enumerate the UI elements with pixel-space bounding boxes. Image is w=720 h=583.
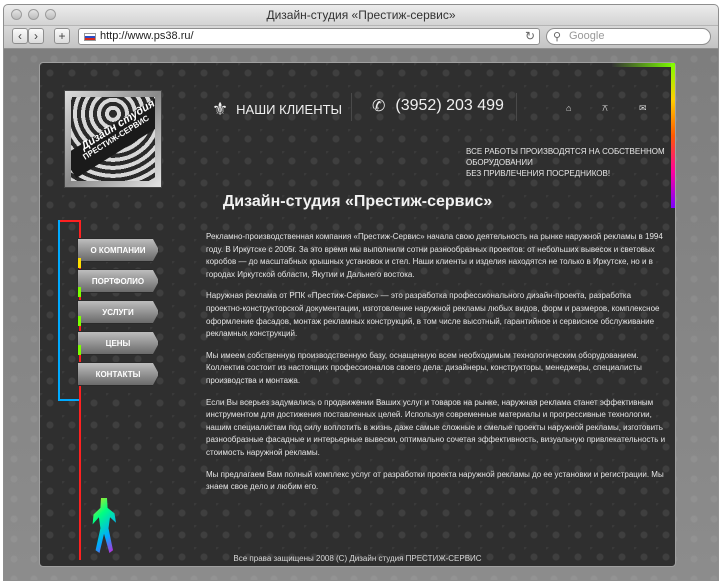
- paragraph: Если Вы всерьез задумались о продвижении…: [206, 397, 666, 457]
- site-favicon-icon: [84, 33, 96, 41]
- main-text: Рекламно-производственная компания «Прес…: [206, 231, 666, 503]
- neon-dot: [78, 258, 81, 268]
- neon-line: [58, 220, 80, 222]
- paragraph: Мы предлагаем Вам полный комплекс услуг …: [206, 469, 664, 492]
- menu-item-about[interactable]: О КОМПАНИИ: [77, 238, 159, 262]
- address-bar[interactable]: http://www.ps38.ru/ ↻: [78, 28, 540, 45]
- phone-number: (3952) 203 499: [395, 97, 504, 114]
- main-menu: О КОМПАНИИ ПОРТФОЛИО УСЛУГИ ЦЕНЫ КОНТАКТ…: [77, 238, 159, 393]
- neon-line-right: [671, 63, 675, 208]
- back-button[interactable]: ‹: [12, 28, 28, 44]
- phone-icon: ✆: [372, 98, 386, 115]
- phone-block: ✆ (3952) 203 499: [372, 96, 504, 116]
- menu-item-portfolio[interactable]: ПОРТФОЛИО: [77, 269, 159, 293]
- menu-item-prices[interactable]: ЦЕНЫ: [77, 331, 159, 355]
- notice-text: ВСЕ РАБОТЫ ПРОИЗВОДЯТСЯ НА СОБСТВЕННОМ О…: [466, 147, 665, 178]
- neon-line: [58, 399, 80, 401]
- title-bar: Дизайн-студия «Престиж-сервис»: [4, 5, 718, 26]
- footer-copyright: Все права защищены 2008 (С) Дизайн студи…: [233, 554, 482, 563]
- menu-item-contacts[interactable]: КОНТАКТЫ: [77, 362, 159, 386]
- neon-dot: [78, 345, 81, 355]
- browser-toolbar: ‹ › + http://www.ps38.ru/ ↻ ⚲ Google: [4, 26, 718, 49]
- neon-line-top: [612, 63, 675, 67]
- fleur-de-lis-icon: ⚜: [212, 99, 229, 119]
- page-viewport: Дизайн студия ПРЕСТИЖ-СЕРВИС ⚜ НАШИ КЛИЕ…: [4, 49, 718, 580]
- home-icon[interactable]: ⌂: [566, 103, 571, 113]
- search-placeholder: Google: [569, 30, 605, 42]
- window-title: Дизайн-студия «Престиж-сервис»: [266, 8, 456, 22]
- search-icon: ⚲: [553, 31, 562, 43]
- plus-icon: +: [58, 29, 66, 43]
- neon-dot: [78, 287, 81, 297]
- paragraph: Мы имеем собственную производственную ба…: [206, 350, 642, 385]
- chevron-left-icon: ‹: [18, 29, 22, 43]
- sitemap-icon[interactable]: ⚻: [602, 103, 608, 114]
- paragraph: Наружная реклама от РПК «Престиж-Сервис»…: [206, 291, 660, 339]
- neon-dot: [78, 316, 81, 326]
- forward-button[interactable]: ›: [28, 28, 44, 44]
- neon-line: [58, 220, 60, 400]
- mail-icon[interactable]: ✉: [639, 103, 647, 114]
- neon-walking-figure-illustration: [92, 498, 116, 553]
- menu-item-services[interactable]: УСЛУГИ: [77, 300, 159, 324]
- header-divider: [351, 93, 352, 121]
- header-divider: [516, 93, 517, 121]
- url-text: http://www.ps38.ru/: [100, 30, 194, 42]
- add-bookmark-button[interactable]: +: [54, 28, 70, 44]
- page-title: Дизайн-студия «Престиж-сервис»: [222, 193, 493, 210]
- refresh-icon[interactable]: ↻: [525, 29, 535, 43]
- our-clients-label: НАШИ КЛИЕНТЫ: [236, 102, 343, 117]
- browser-window: Дизайн-студия «Престиж-сервис» ‹ › + htt…: [3, 4, 719, 581]
- paragraph: Рекламно-производственная компания «Прес…: [206, 232, 663, 279]
- chevron-right-icon: ›: [34, 29, 38, 43]
- logo[interactable]: Дизайн студия ПРЕСТИЖ-СЕРВИС: [64, 90, 162, 188]
- our-clients-link[interactable]: ⚜ НАШИ КЛИЕНТЫ: [212, 99, 342, 120]
- search-field[interactable]: ⚲ Google: [546, 28, 711, 45]
- site-panel: Дизайн студия ПРЕСТИЖ-СЕРВИС ⚜ НАШИ КЛИЕ…: [39, 62, 676, 567]
